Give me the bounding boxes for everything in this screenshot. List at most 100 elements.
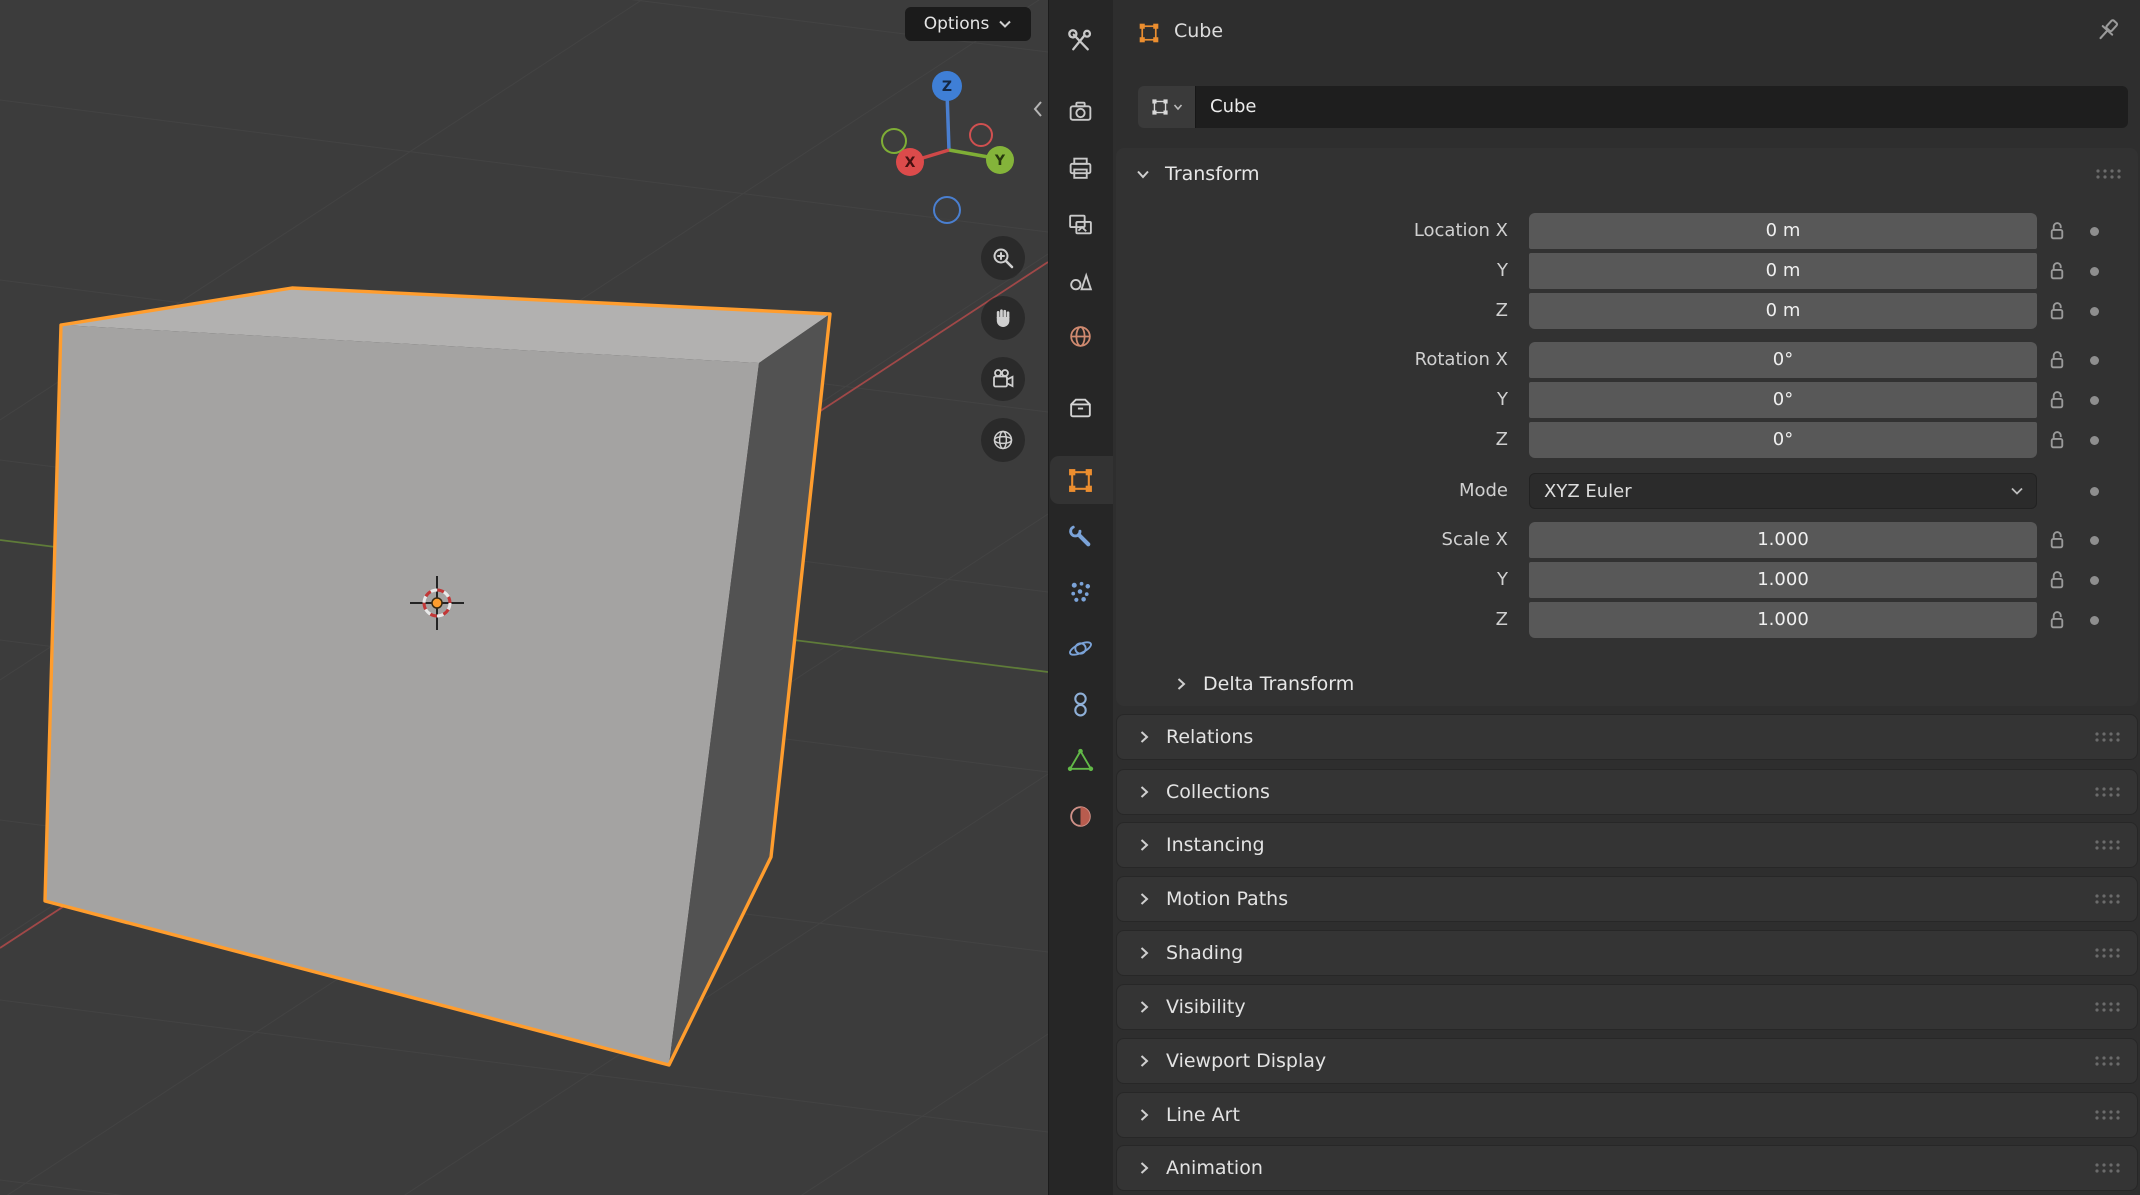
navigation-gizmo[interactable]: Z Y X (872, 62, 1028, 226)
drag-grip-icon[interactable] (2093, 892, 2121, 906)
tab-collection[interactable] (1052, 387, 1109, 427)
pin-icon[interactable] (2094, 16, 2124, 46)
panel-viewport-display[interactable]: Viewport Display (1116, 1038, 2138, 1084)
sidebar-collapse-icon[interactable] (1031, 99, 1045, 119)
location-z-field[interactable]: 0 m (1529, 293, 2037, 329)
animate-dot[interactable] (2090, 576, 2099, 585)
mesh-data-icon (1067, 747, 1094, 774)
tool-icon (1067, 28, 1094, 55)
animate-dot[interactable] (2090, 267, 2099, 276)
drag-grip-icon[interactable] (2094, 167, 2122, 181)
drag-grip-icon[interactable] (2093, 838, 2121, 852)
3d-viewport[interactable]: Options Z Y X (0, 0, 1048, 1195)
tab-constraints[interactable] (1052, 684, 1109, 724)
drag-grip-icon[interactable] (2093, 730, 2121, 744)
drag-grip-icon[interactable] (2093, 946, 2121, 960)
tab-view-layer[interactable] (1052, 204, 1109, 244)
rotation-mode-dropdown[interactable]: XYZ Euler (1529, 473, 2037, 509)
lock-icon[interactable] (2046, 429, 2068, 451)
panel-instancing[interactable]: Instancing (1116, 822, 2138, 868)
gizmo-neg-x-ball[interactable] (970, 124, 992, 146)
tab-object-properties[interactable] (1052, 460, 1109, 500)
panel-motion-paths[interactable]: Motion Paths (1116, 876, 2138, 922)
physics-orbit-icon (1067, 635, 1094, 662)
rotation-x-field[interactable]: 0° (1529, 342, 2037, 378)
animate-dot[interactable] (2090, 396, 2099, 405)
options-button[interactable]: Options (905, 7, 1031, 41)
tab-modifiers[interactable] (1052, 516, 1109, 556)
panel-line-art[interactable]: Line Art (1116, 1092, 2138, 1138)
panel-collections[interactable]: Collections (1116, 769, 2138, 815)
material-sphere-icon (1067, 803, 1094, 830)
gizmo-neg-y-ball[interactable] (882, 129, 906, 153)
pan-button[interactable] (981, 296, 1025, 340)
panel-label: Animation (1166, 1157, 1263, 1179)
tab-output[interactable] (1052, 148, 1109, 188)
lock-icon[interactable] (2046, 220, 2068, 242)
chevron-down-icon (998, 19, 1012, 29)
object-icon-small (1151, 98, 1169, 116)
tab-material[interactable] (1052, 796, 1109, 836)
tab-object-data[interactable] (1052, 740, 1109, 780)
tab-physics[interactable] (1052, 628, 1109, 668)
object-name-input[interactable]: Cube (1196, 86, 2128, 128)
chain-link-icon (1067, 691, 1094, 718)
drag-grip-icon[interactable] (2093, 1108, 2121, 1122)
chevron-right-icon (1135, 728, 1153, 746)
datablock-type-button[interactable] (1138, 86, 1196, 128)
camera-view-button[interactable] (981, 357, 1025, 401)
panel-visibility[interactable]: Visibility (1116, 984, 2138, 1030)
projection-button[interactable] (981, 418, 1025, 462)
gizmo-z-label: Z (942, 79, 952, 95)
tab-render[interactable] (1052, 92, 1109, 132)
lock-icon[interactable] (2046, 609, 2068, 631)
panel-shading[interactable]: Shading (1116, 930, 2138, 976)
breadcrumb-object-icon (1138, 22, 1160, 44)
transform-panel-header[interactable]: Transform (1116, 152, 2138, 196)
drag-grip-icon[interactable] (2093, 1054, 2121, 1068)
lock-icon[interactable] (2046, 389, 2068, 411)
chevron-down-icon (1134, 165, 1152, 183)
tab-tool[interactable] (1052, 21, 1109, 61)
location-y-field[interactable]: 0 m (1529, 253, 2037, 289)
lock-icon[interactable] (2046, 569, 2068, 591)
scale-z-field[interactable]: 1.000 (1529, 602, 2037, 638)
rotation-z-label: Z (1178, 422, 1508, 458)
tab-scene[interactable] (1052, 260, 1109, 300)
lock-icon[interactable] (2046, 529, 2068, 551)
delta-transform-title: Delta Transform (1203, 673, 1354, 695)
drag-grip-icon[interactable] (2093, 1161, 2121, 1175)
rotation-z-field[interactable]: 0° (1529, 422, 2037, 458)
animate-dot[interactable] (2090, 487, 2099, 496)
lock-icon[interactable] (2046, 260, 2068, 282)
scale-y-field[interactable]: 1.000 (1529, 562, 2037, 598)
tab-particles[interactable] (1052, 571, 1109, 611)
panel-relations[interactable]: Relations (1116, 714, 2138, 760)
animate-dot[interactable] (2090, 356, 2099, 365)
rotation-y-field[interactable]: 0° (1529, 382, 2037, 418)
chevron-right-icon (1135, 890, 1153, 908)
animate-dot[interactable] (2090, 616, 2099, 625)
animate-dot[interactable] (2090, 227, 2099, 236)
drag-grip-icon[interactable] (2093, 1000, 2121, 1014)
cube-object[interactable] (45, 288, 830, 1065)
animate-dot[interactable] (2090, 436, 2099, 445)
panel-animation[interactable]: Animation (1116, 1145, 2138, 1191)
gizmo-neg-z-ball[interactable] (934, 197, 960, 223)
animate-dot[interactable] (2090, 307, 2099, 316)
animate-dot[interactable] (2090, 536, 2099, 545)
delta-transform-header[interactable]: Delta Transform (1116, 662, 2138, 706)
location-x-field[interactable]: 0 m (1529, 213, 2037, 249)
chevron-right-icon (1135, 998, 1153, 1016)
lock-icon[interactable] (2046, 300, 2068, 322)
chevron-right-icon (1135, 944, 1153, 962)
options-label: Options (924, 14, 990, 34)
chevron-down-icon (1173, 103, 1183, 111)
scale-x-field[interactable]: 1.000 (1529, 522, 2037, 558)
tab-world[interactable] (1052, 316, 1109, 356)
drag-grip-icon[interactable] (2093, 785, 2121, 799)
zoom-button[interactable] (981, 236, 1025, 280)
images-icon (1067, 211, 1094, 238)
lock-icon[interactable] (2046, 349, 2068, 371)
wrench-icon (1067, 523, 1094, 550)
